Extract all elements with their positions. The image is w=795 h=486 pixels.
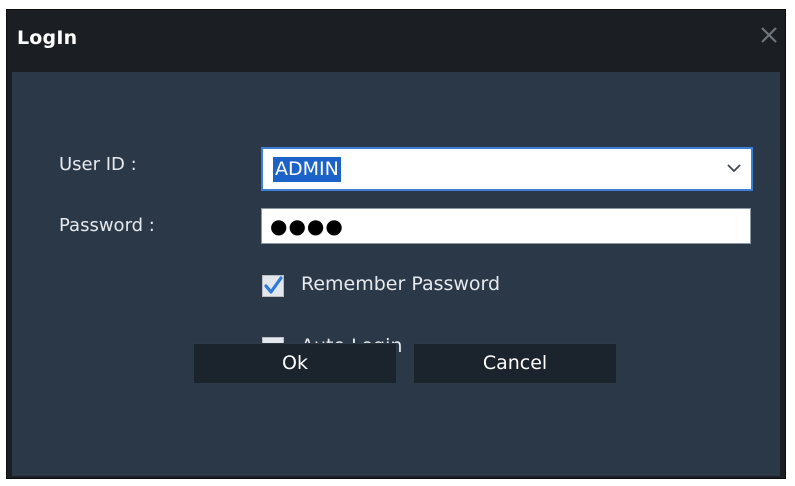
remember-password-checkbox[interactable] — [262, 275, 284, 297]
ok-button[interactable]: Ok — [194, 343, 396, 383]
cancel-button[interactable]: Cancel — [414, 343, 616, 383]
chevron-down-icon[interactable] — [727, 163, 741, 173]
close-icon — [761, 27, 777, 43]
login-dialog: LogIn User ID : ADMIN Password : ●●●● Re… — [6, 9, 786, 479]
remember-password-label[interactable]: Remember Password — [301, 273, 500, 295]
user-id-label: User ID : — [59, 154, 137, 175]
checkmark-icon — [264, 276, 283, 294]
title-bar[interactable]: LogIn — [7, 10, 785, 72]
user-id-combobox[interactable]: ADMIN — [261, 147, 753, 191]
close-button[interactable] — [756, 22, 782, 48]
password-field[interactable]: ●●●● — [261, 208, 751, 244]
password-value: ●●●● — [270, 214, 344, 238]
user-id-value: ADMIN — [273, 157, 341, 182]
password-label: Password : — [59, 215, 155, 236]
dialog-title: LogIn — [17, 27, 78, 49]
